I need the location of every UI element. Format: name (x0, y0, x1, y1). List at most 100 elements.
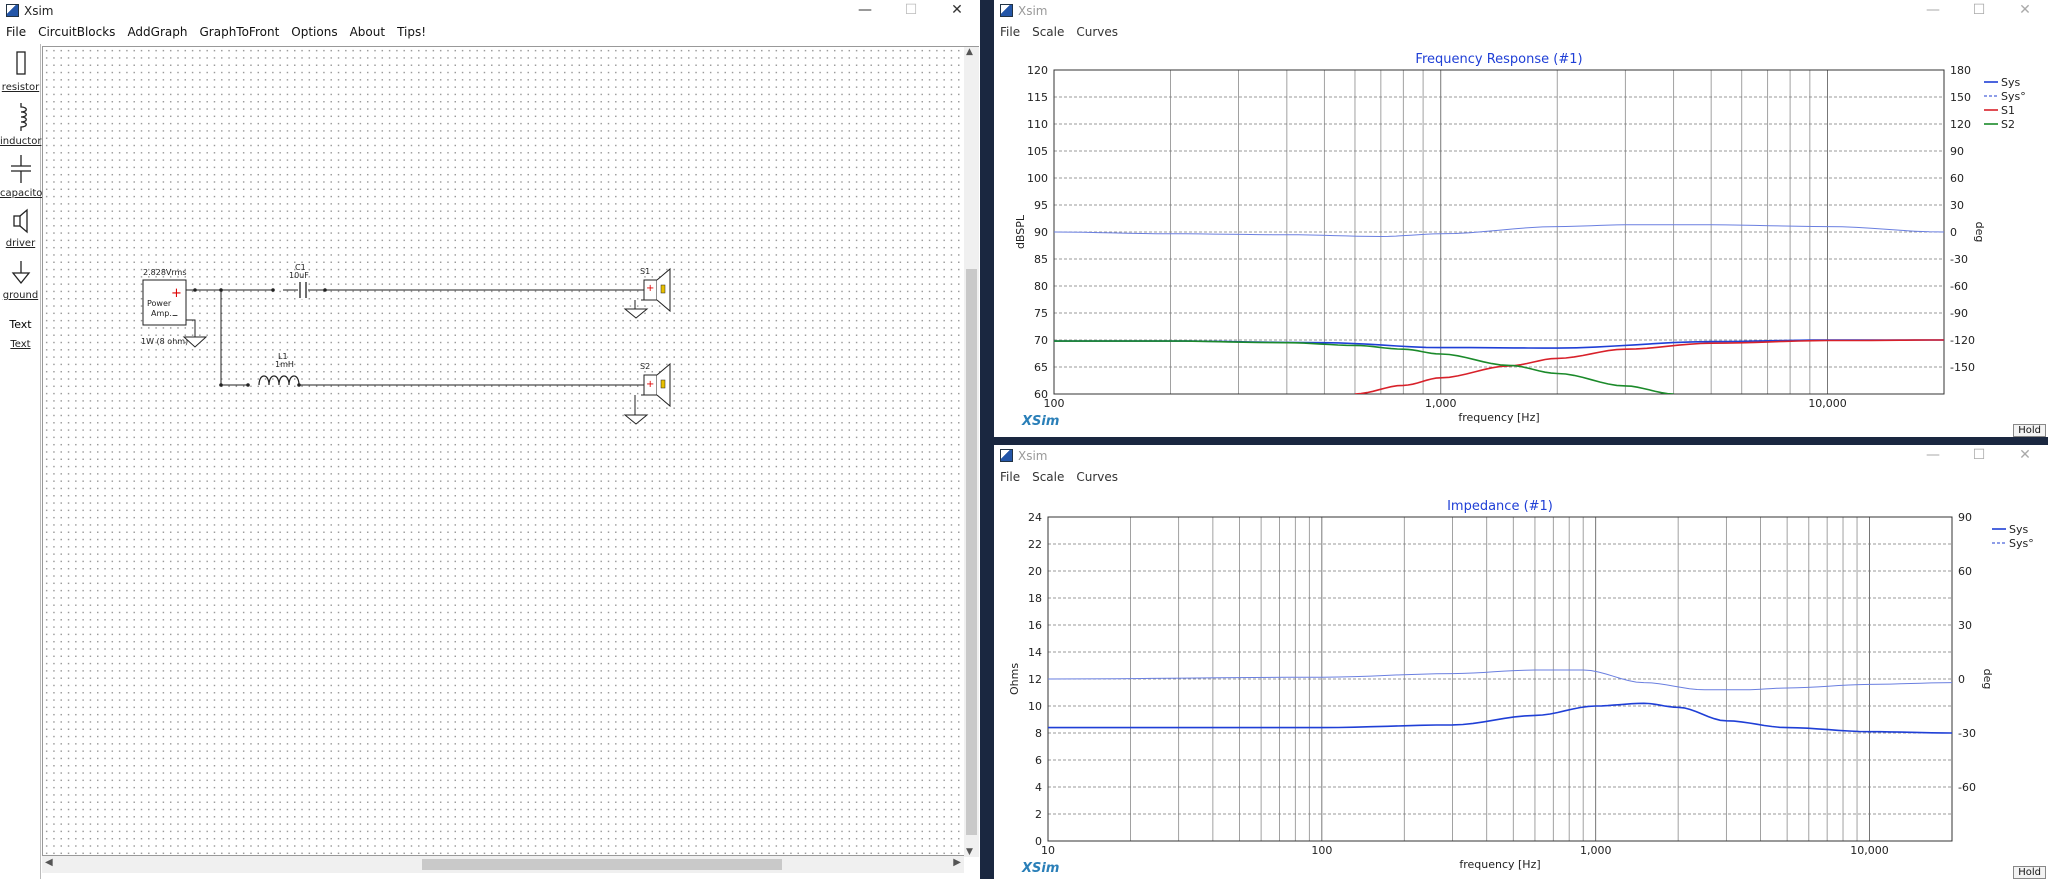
menu-about[interactable]: About (344, 22, 391, 42)
vertical-scroll-thumb[interactable] (966, 269, 977, 835)
graph2-hold-button[interactable]: Hold (2013, 866, 2046, 879)
graph2-app-icon (1000, 449, 1013, 462)
tool-driver-label: driver (5, 238, 36, 249)
xsim-logo: XSim (1021, 414, 1059, 429)
menu-tips[interactable]: Tips! (391, 22, 432, 42)
minimize-button[interactable]: — (842, 0, 888, 22)
y-tick-label: 22 (1028, 538, 1042, 551)
graph1-minimize-button[interactable]: — (1910, 0, 1956, 22)
series-line-Sys (1048, 702, 1952, 734)
y-tick-label: 110 (1027, 118, 1048, 131)
legend-label: Sys° (2001, 90, 2026, 103)
schematic-canvas[interactable]: 2.828Vrms Power Amp. + – 1W (8 ohm) C1 1… (42, 46, 979, 856)
y2-tick-label: -120 (1950, 334, 1975, 347)
scroll-down-arrow[interactable]: ▼ (966, 847, 973, 857)
component-toolbox: resistor inductor capacitor driver groun… (0, 44, 47, 879)
scroll-right-arrow[interactable]: ▶ (953, 857, 961, 868)
y2-tick-label: -60 (1950, 280, 1968, 293)
tool-text[interactable]: Text Text (0, 318, 41, 350)
y-axis-label: dBSPL (1014, 214, 1027, 249)
x-tick-label: 1,000 (1425, 397, 1457, 410)
y-tick-label: 95 (1034, 199, 1048, 212)
canvas-vertical-scrollbar[interactable]: ▲ ▼ (964, 47, 979, 857)
main-menu-bar: File CircuitBlocks AddGraph GraphToFront… (0, 22, 980, 42)
maximize-button[interactable]: ☐ (888, 0, 934, 22)
x-tick-label: 10 (1041, 844, 1055, 857)
y-tick-label: 65 (1034, 361, 1048, 374)
menu-options[interactable]: Options (285, 22, 343, 42)
graph1-app-icon (1000, 4, 1013, 17)
x-tick-label: 100 (1311, 844, 1332, 857)
x-tick-label: 10,000 (1850, 844, 1889, 857)
frequency-response-chart[interactable]: 120 115 110 105 100 95 90 85 80 75 70 65 60 180 150 120… (994, 44, 2048, 437)
chart-title: Frequency Response (#1) (1415, 52, 1582, 67)
graph1-menu-curves[interactable]: Curves (1070, 22, 1124, 44)
graph2-menu-bar: File Scale Curves (994, 467, 2048, 489)
series-line-Sys-phase (1048, 669, 1952, 691)
schematic-drawing: 2.828Vrms Power Amp. + – 1W (8 ohm) C1 1… (141, 263, 671, 425)
graph1-close-button[interactable]: ✕ (2002, 0, 2048, 22)
y2-tick-label: -90 (1950, 307, 1968, 320)
tool-inductor[interactable]: inductor (0, 102, 41, 147)
menu-file[interactable]: File (0, 22, 32, 42)
graph1-title-bar[interactable]: Xsim — ☐ ✕ (994, 0, 2048, 22)
graph1-menu-file[interactable]: File (994, 22, 1026, 44)
s1-driver[interactable]: + (623, 267, 671, 319)
y2-tick-label: 90 (1950, 145, 1964, 158)
y-tick-label: 14 (1028, 646, 1042, 659)
menu-graphtofront[interactable]: GraphToFront (193, 22, 285, 42)
y-tick-label: 75 (1034, 307, 1048, 320)
y-tick-label: 20 (1028, 565, 1042, 578)
driver-icon (12, 208, 28, 234)
tool-ground[interactable]: ground (0, 260, 41, 301)
plus-terminal-icon: + (171, 286, 182, 301)
series-line-S2 (1054, 340, 1674, 394)
scroll-up-arrow[interactable]: ▲ (966, 47, 973, 57)
graph2-maximize-button[interactable]: ☐ (1956, 445, 2002, 467)
main-title-bar[interactable]: Xsim — ☐ ✕ (0, 0, 980, 22)
graph2-title-bar[interactable]: Xsim — ☐ ✕ (994, 445, 2048, 467)
tool-capacitor[interactable]: capacitor (0, 154, 47, 199)
graph2-menu-file[interactable]: File (994, 467, 1026, 489)
y-tick-label: 18 (1028, 592, 1042, 605)
y-tick-label: 80 (1034, 280, 1048, 293)
impedance-chart[interactable]: 2422201816141210864209060300-30-6010 100 1… (994, 489, 2048, 879)
graph2-menu-curves[interactable]: Curves (1070, 467, 1124, 489)
legend-label: S1 (2001, 104, 2015, 117)
graph1-hold-button[interactable]: Hold (2013, 424, 2046, 437)
x-tick-label: 1,000 (1580, 844, 1612, 857)
menu-circuitblocks[interactable]: CircuitBlocks (32, 22, 121, 42)
y-tick-label: 100 (1027, 172, 1048, 185)
resistor-icon (15, 51, 26, 75)
tool-resistor[interactable]: resistor (0, 50, 41, 93)
y-tick-label: 8 (1035, 727, 1042, 740)
graph1-menu-scale[interactable]: Scale (1026, 22, 1070, 44)
y-tick-label: 16 (1028, 619, 1042, 632)
y2-tick-label: 0 (1958, 673, 1965, 686)
y2-tick-label: -150 (1950, 361, 1975, 374)
y-tick-label: 105 (1027, 145, 1048, 158)
c1-value: 10uF (289, 271, 309, 280)
y2-tick-label: 30 (1950, 199, 1964, 212)
graph2-close-button[interactable]: ✕ (2002, 445, 2048, 467)
graph1-maximize-button[interactable]: ☐ (1956, 0, 2002, 22)
chart-title: Impedance (#1) (1447, 499, 1553, 514)
graph2-minimize-button[interactable]: — (1910, 445, 1956, 467)
y-tick-label: 4 (1035, 781, 1042, 794)
legend-label: S2 (2001, 118, 2015, 131)
horizontal-scroll-thumb[interactable] (422, 859, 782, 870)
main-window-title: Xsim (24, 4, 54, 18)
s2-driver[interactable]: + (623, 362, 671, 425)
tool-driver[interactable]: driver (0, 208, 41, 249)
close-button[interactable]: ✕ (934, 0, 980, 22)
tool-ground-label: ground (2, 290, 39, 301)
graph2-menu-scale[interactable]: Scale (1026, 467, 1070, 489)
s2-name: S2 (640, 362, 650, 371)
l1-inductor-symbol[interactable] (258, 375, 300, 386)
canvas-horizontal-scrollbar[interactable]: ◀ ▶ (42, 856, 964, 873)
power-amp-text-line2: Amp. (151, 309, 172, 318)
wire-nodes (193, 288, 327, 387)
y-tick-label: 12 (1028, 673, 1042, 686)
menu-addgraph[interactable]: AddGraph (121, 22, 193, 42)
scroll-left-arrow[interactable]: ◀ (45, 857, 53, 868)
